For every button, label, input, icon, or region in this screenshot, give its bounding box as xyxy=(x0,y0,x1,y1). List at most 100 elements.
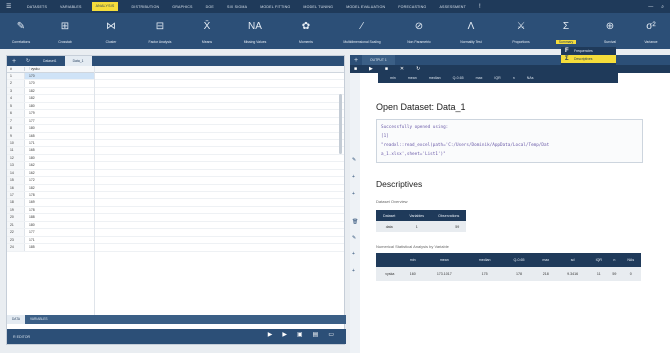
cell[interactable]: 178 xyxy=(24,206,94,214)
menu-model-fitting[interactable]: MODEL FITTING xyxy=(260,5,290,9)
table-row[interactable]: 11 165 xyxy=(7,147,344,155)
table-row[interactable]: 4 182 xyxy=(7,95,344,103)
table-row[interactable]: 6 179 xyxy=(7,110,344,118)
cell[interactable]: 188 xyxy=(24,214,94,221)
tab-dataset1[interactable]: Dataset1 xyxy=(35,56,65,66)
run-icon[interactable]: ▶ xyxy=(268,331,273,338)
run-file-icon[interactable]: ▶ xyxy=(282,331,287,338)
non-parametric-button[interactable]: ⊘ Non Parametric xyxy=(394,13,444,49)
add-icon[interactable]: + xyxy=(352,251,355,257)
variance-button[interactable]: σ² Variance xyxy=(632,13,670,49)
menu-assessment[interactable]: ASSESSMENT xyxy=(439,5,466,9)
cell[interactable]: 180 xyxy=(24,221,94,229)
cell[interactable]: 170 xyxy=(24,80,94,87)
moments-button[interactable]: ✿ Moments xyxy=(282,13,330,49)
cell[interactable]: 171 xyxy=(24,236,94,244)
add-output-icon[interactable]: + xyxy=(350,57,362,64)
edit-icon[interactable]: ✎ xyxy=(352,235,356,241)
normality-test-button[interactable]: Λ Normality Test xyxy=(444,13,498,49)
cell[interactable]: 182 xyxy=(24,87,94,95)
table-row[interactable]: 18 169 xyxy=(7,199,344,207)
cell[interactable]: 180 xyxy=(24,102,94,110)
cluster-button[interactable]: ⋈ Cluster xyxy=(88,13,134,49)
menu-six-sigma[interactable]: SIX SIGMA xyxy=(227,5,247,9)
menu-analysis[interactable]: ANALYSIS xyxy=(91,2,119,11)
menu-model-evaluation[interactable]: MODEL EVALUATION xyxy=(346,5,385,9)
square-icon[interactable]: ■ xyxy=(385,66,388,72)
menu-model-tuning[interactable]: MODEL TUNING xyxy=(303,5,333,9)
window-icon[interactable]: ▭ xyxy=(328,331,334,338)
cell[interactable]: 179 xyxy=(24,110,94,117)
menu-forecasting[interactable]: FORECASTING xyxy=(398,5,426,9)
tab-data[interactable]: DATA xyxy=(7,315,26,324)
add-icon[interactable]: + xyxy=(352,191,355,197)
descriptives-menu-item[interactable]: Σ Descriptives xyxy=(561,55,616,63)
factor-analysis-button[interactable]: ⊟ Factor Analysis xyxy=(134,13,186,49)
cell[interactable]: 177 xyxy=(24,229,94,236)
data-grid[interactable]: # ⫶ vysku 1 170 2 170 3 182 4 182 5 180 6 179 7 177 8 1… xyxy=(7,66,344,315)
search-icon[interactable]: ⌕ xyxy=(661,4,664,10)
tab-data-1[interactable]: Data_1 xyxy=(64,56,92,66)
cell[interactable]: 178 xyxy=(24,192,94,199)
cell[interactable]: 180 xyxy=(24,125,94,132)
table-row[interactable]: 23 171 xyxy=(7,236,344,245)
menu-distribution[interactable]: DISTRIBUTION xyxy=(131,5,159,9)
trash-icon[interactable]: 🗑 xyxy=(352,219,358,225)
table-row[interactable]: 20 188 xyxy=(7,214,344,222)
edit-icon[interactable]: ✎ xyxy=(352,157,356,163)
cell[interactable]: 165 xyxy=(24,132,94,139)
table-row[interactable]: 7 177 xyxy=(7,117,344,126)
cell[interactable]: 169 xyxy=(24,199,94,206)
table-row[interactable]: 9 165 xyxy=(7,132,344,140)
add-icon[interactable]: + xyxy=(352,174,355,180)
refresh-icon[interactable]: ↻ xyxy=(21,58,35,64)
frequencies-menu-item[interactable]: F Frequencies xyxy=(561,47,616,55)
table-row[interactable]: 2 170 xyxy=(7,80,344,88)
minimize-icon[interactable]: — xyxy=(648,4,653,10)
crosstab-button[interactable]: ⊞ Crosstab xyxy=(42,13,88,49)
menu-doe[interactable]: DOE xyxy=(206,5,214,9)
table-row[interactable]: 22 177 xyxy=(7,229,344,237)
proportions-button[interactable]: ⚔ Proportions xyxy=(498,13,544,49)
table-row[interactable]: 8 180 xyxy=(7,125,344,133)
table-row[interactable]: 17 178 xyxy=(7,192,344,200)
menu-graphics[interactable]: GRAPHICS xyxy=(172,5,192,9)
table-row[interactable]: 1 170 xyxy=(7,73,344,81)
cell[interactable]: 180 xyxy=(24,154,94,162)
add-icon[interactable]: + xyxy=(352,268,355,274)
menu-variables[interactable]: VARIABLES xyxy=(60,5,82,9)
cell[interactable]: 185 xyxy=(24,244,94,251)
delete-icon[interactable]: ▤ xyxy=(313,331,319,338)
close-icon[interactable]: ✕ xyxy=(400,66,404,72)
table-row[interactable]: 3 182 xyxy=(7,87,344,96)
cell[interactable]: 170 xyxy=(24,73,94,80)
table-row[interactable]: 16 182 xyxy=(7,184,344,192)
cell[interactable]: 171 xyxy=(24,139,94,147)
menu-info-icon[interactable]: ! xyxy=(479,4,481,10)
table-row[interactable]: 21 180 xyxy=(7,221,344,230)
cell[interactable]: 172 xyxy=(24,177,94,184)
table-row[interactable]: 5 180 xyxy=(7,102,344,111)
play-icon[interactable]: ▶ xyxy=(369,66,373,72)
correlations-button[interactable]: ✎ Correlations xyxy=(0,13,42,49)
summary-button[interactable]: Σ Summary xyxy=(544,13,588,49)
missing-values-button[interactable]: NA Missing Values xyxy=(228,13,282,49)
cell[interactable]: 182 xyxy=(24,95,94,102)
tab-variables[interactable]: VARIABLES xyxy=(25,315,52,324)
table-row[interactable]: 13 162 xyxy=(7,162,344,170)
means-button[interactable]: X̄ Means xyxy=(186,13,228,49)
stop-icon[interactable]: ■ xyxy=(354,66,357,72)
column-header-vysku[interactable]: ⫶ vysku xyxy=(24,67,94,71)
table-row[interactable]: 12 180 xyxy=(7,154,344,163)
hamburger-icon[interactable]: ☰ xyxy=(6,3,14,10)
save-icon[interactable]: ▣ xyxy=(297,331,303,338)
r-editor-label[interactable]: R EDITOR xyxy=(13,335,30,339)
reload-icon[interactable]: ↻ xyxy=(416,66,420,72)
table-row[interactable]: 15 172 xyxy=(7,177,344,185)
vertical-scrollbar[interactable] xyxy=(339,94,342,154)
cell[interactable]: 162 xyxy=(24,169,94,177)
cell[interactable]: 177 xyxy=(24,117,94,125)
table-row[interactable]: 14 162 xyxy=(7,169,344,178)
mds-button[interactable]: ∕ Multidimensional Scaling xyxy=(330,13,394,49)
cell[interactable]: 165 xyxy=(24,147,94,154)
